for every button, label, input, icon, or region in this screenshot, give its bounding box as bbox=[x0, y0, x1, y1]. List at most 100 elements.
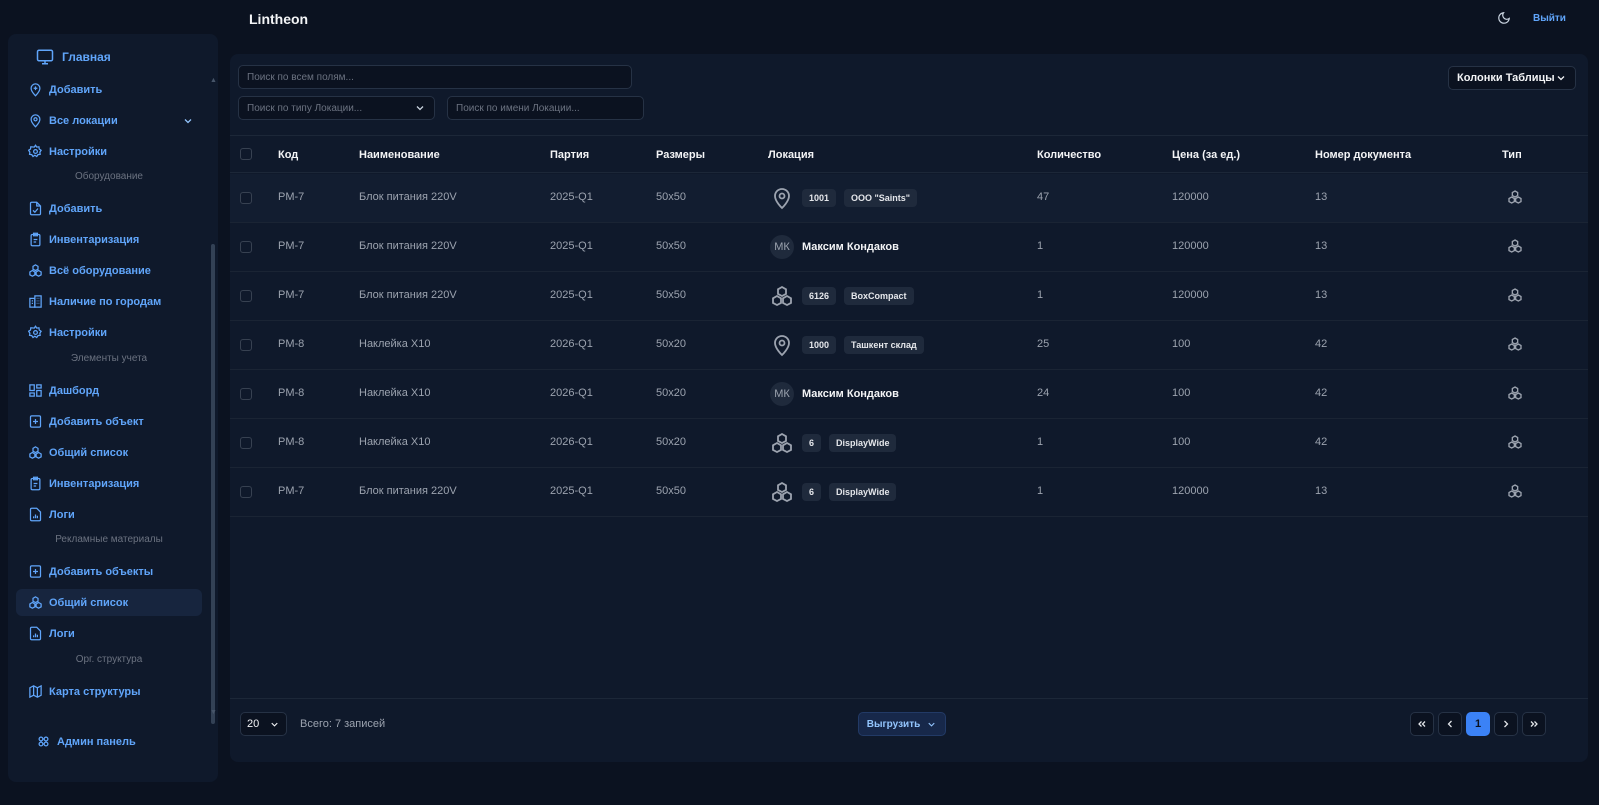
first-page-button[interactable] bbox=[1410, 712, 1434, 736]
location-name-input[interactable] bbox=[447, 96, 644, 120]
sidebar-item-all-equipment[interactable]: Всё оборудование bbox=[16, 257, 202, 284]
sidebar-item-add-object[interactable]: Добавить объект bbox=[16, 408, 202, 435]
page-size-select[interactable]: 20 bbox=[240, 712, 287, 736]
monitor-icon bbox=[36, 48, 54, 66]
location-name-badge: ООО "Saints" bbox=[844, 189, 918, 207]
avatar: МК bbox=[770, 382, 794, 406]
cell-price: 120000 bbox=[1172, 240, 1209, 252]
sidebar-item-accounting-inventory[interactable]: Инвентаризация bbox=[16, 470, 202, 497]
next-page-button[interactable] bbox=[1494, 712, 1518, 736]
cell-location: 1001 ООО "Saints" bbox=[770, 184, 918, 212]
cell-name: Блок питания 220V bbox=[359, 191, 457, 203]
chart-file-icon bbox=[28, 626, 43, 641]
sidebar-item-availability-by-city[interactable]: Наличие по городам bbox=[16, 288, 202, 315]
table-row[interactable]: PM-8 Наклейка X10 2026-Q1 50x20 25 100 42 1000 Т… bbox=[230, 321, 1588, 370]
chevron-down-icon bbox=[926, 719, 937, 730]
chevrons-right-icon bbox=[1528, 718, 1540, 730]
row-checkbox[interactable] bbox=[240, 388, 252, 400]
app-title: Lintheon bbox=[249, 11, 309, 27]
header-size[interactable]: Размеры bbox=[656, 149, 705, 161]
cell-doc: 13 bbox=[1315, 191, 1328, 203]
map-icon bbox=[28, 684, 43, 699]
sidebar-item-structure-map[interactable]: Карта структуры bbox=[16, 678, 202, 705]
table-row[interactable]: PM-7 Блок питания 220V 2025-Q1 50x50 1 120000… bbox=[230, 468, 1588, 517]
cell-qty: 47 bbox=[1037, 191, 1050, 203]
header-code[interactable]: Код bbox=[278, 149, 298, 161]
row-checkbox[interactable] bbox=[240, 339, 252, 351]
table-row[interactable]: PM-7 Блок питания 220V 2025-Q1 50x50 1 120000… bbox=[230, 223, 1588, 272]
sidebar-item-add-equipment[interactable]: Добавить bbox=[16, 195, 202, 222]
sidebar-item-add-objects[interactable]: Добавить объекты bbox=[16, 558, 202, 585]
boxes-icon bbox=[28, 263, 43, 278]
row-checkbox[interactable] bbox=[240, 437, 252, 449]
table-row[interactable]: PM-7 Блок питания 220V 2025-Q1 50x50 1 120000… bbox=[230, 272, 1588, 321]
sidebar-item-all-locations[interactable]: Все локации bbox=[16, 107, 202, 134]
sidebar-item-dashboard[interactable]: Дашборд bbox=[16, 377, 202, 404]
cell-location: 6 DisplayWide bbox=[770, 478, 897, 506]
row-checkbox[interactable] bbox=[240, 486, 252, 498]
header-name[interactable]: Наименование bbox=[359, 149, 440, 161]
cell-size: 50x20 bbox=[656, 436, 686, 448]
moon-icon[interactable] bbox=[1497, 11, 1515, 29]
cell-qty: 1 bbox=[1037, 240, 1044, 252]
sidebar-item-equipment-settings[interactable]: Настройки bbox=[16, 319, 202, 346]
sidebar-item-equipment-inventory[interactable]: Инвентаризация bbox=[16, 226, 202, 253]
row-checkbox[interactable] bbox=[240, 192, 252, 204]
cell-code: PM-7 bbox=[278, 191, 305, 203]
boxes-icon bbox=[770, 284, 794, 308]
select-all-checkbox[interactable] bbox=[240, 148, 252, 160]
cell-size: 50x50 bbox=[656, 485, 686, 497]
location-icon bbox=[28, 113, 43, 128]
cell-price: 120000 bbox=[1172, 191, 1209, 203]
page-button-current[interactable]: 1 bbox=[1466, 712, 1490, 736]
add-box-icon bbox=[28, 564, 43, 579]
admin-panel-link[interactable]: Админ панель bbox=[36, 734, 136, 749]
location-type-select[interactable]: Поиск по типу Локации... bbox=[238, 96, 435, 120]
clipboard-icon bbox=[28, 232, 43, 247]
cell-code: PM-8 bbox=[278, 387, 305, 399]
prev-page-button[interactable] bbox=[1438, 712, 1462, 736]
gear-icon bbox=[28, 325, 43, 340]
cell-qty: 25 bbox=[1037, 338, 1050, 350]
header-batch[interactable]: Партия bbox=[550, 149, 589, 161]
cell-name: Наклейка X10 bbox=[359, 436, 431, 448]
sidebar-item-ads-general-list[interactable]: Общий список bbox=[16, 589, 202, 616]
boxes-icon bbox=[1507, 238, 1523, 254]
header-document-number[interactable]: Номер документа bbox=[1315, 149, 1411, 161]
sidebar-item-accounting-logs[interactable]: Логи bbox=[16, 501, 202, 528]
table-row[interactable]: PM-7 Блок питания 220V 2025-Q1 50x50 47 12000… bbox=[230, 174, 1588, 223]
scroll-up-arrow[interactable]: ▲ bbox=[210, 77, 217, 84]
header-quantity[interactable]: Количество bbox=[1037, 149, 1101, 161]
table-row[interactable]: PM-8 Наклейка X10 2026-Q1 50x20 1 100 42 6 Displ… bbox=[230, 419, 1588, 468]
last-page-button[interactable] bbox=[1522, 712, 1546, 736]
sidebar-home-label: Главная bbox=[62, 50, 111, 64]
cell-location: МК Максим Кондаков bbox=[770, 380, 899, 408]
table-row[interactable]: PM-8 Наклейка X10 2026-Q1 50x20 24 100 42 МК Мак… bbox=[230, 370, 1588, 419]
sidebar-scrollbar[interactable] bbox=[211, 244, 215, 724]
gear-icon bbox=[28, 144, 43, 159]
search-all-input[interactable] bbox=[238, 65, 632, 89]
location-person-name: Максим Кондаков bbox=[802, 388, 899, 400]
sidebar-item-add-location[interactable]: Добавить bbox=[16, 76, 202, 103]
header-location[interactable]: Локация bbox=[768, 149, 814, 161]
scroll-down-arrow[interactable]: ▼ bbox=[210, 709, 217, 716]
sidebar-item-ads-logs[interactable]: Логи bbox=[16, 620, 202, 647]
row-checkbox[interactable] bbox=[240, 290, 252, 302]
table-header: Код Наименование Партия Размеры Локация … bbox=[230, 135, 1588, 173]
header-price[interactable]: Цена (за ед.) bbox=[1172, 149, 1240, 161]
row-checkbox[interactable] bbox=[240, 241, 252, 253]
table-columns-button[interactable]: Колонки Таблицы bbox=[1448, 66, 1576, 90]
logout-button[interactable]: Выйти bbox=[1533, 13, 1566, 24]
cell-qty: 1 bbox=[1037, 289, 1044, 301]
sidebar-group-equipment: Оборудование bbox=[74, 171, 143, 182]
cell-batch: 2026-Q1 bbox=[550, 338, 593, 350]
location-pin-icon bbox=[770, 333, 794, 357]
header-type[interactable]: Тип bbox=[1502, 149, 1522, 161]
sidebar-item-general-list[interactable]: Общий список bbox=[16, 439, 202, 466]
chevron-down-icon bbox=[269, 719, 280, 730]
boxes-icon bbox=[1507, 336, 1523, 352]
sidebar-item-location-settings[interactable]: Настройки bbox=[16, 138, 202, 165]
sidebar-home[interactable]: Главная bbox=[36, 48, 111, 66]
export-button[interactable]: Выгрузить bbox=[858, 712, 946, 736]
cell-batch: 2025-Q1 bbox=[550, 191, 593, 203]
